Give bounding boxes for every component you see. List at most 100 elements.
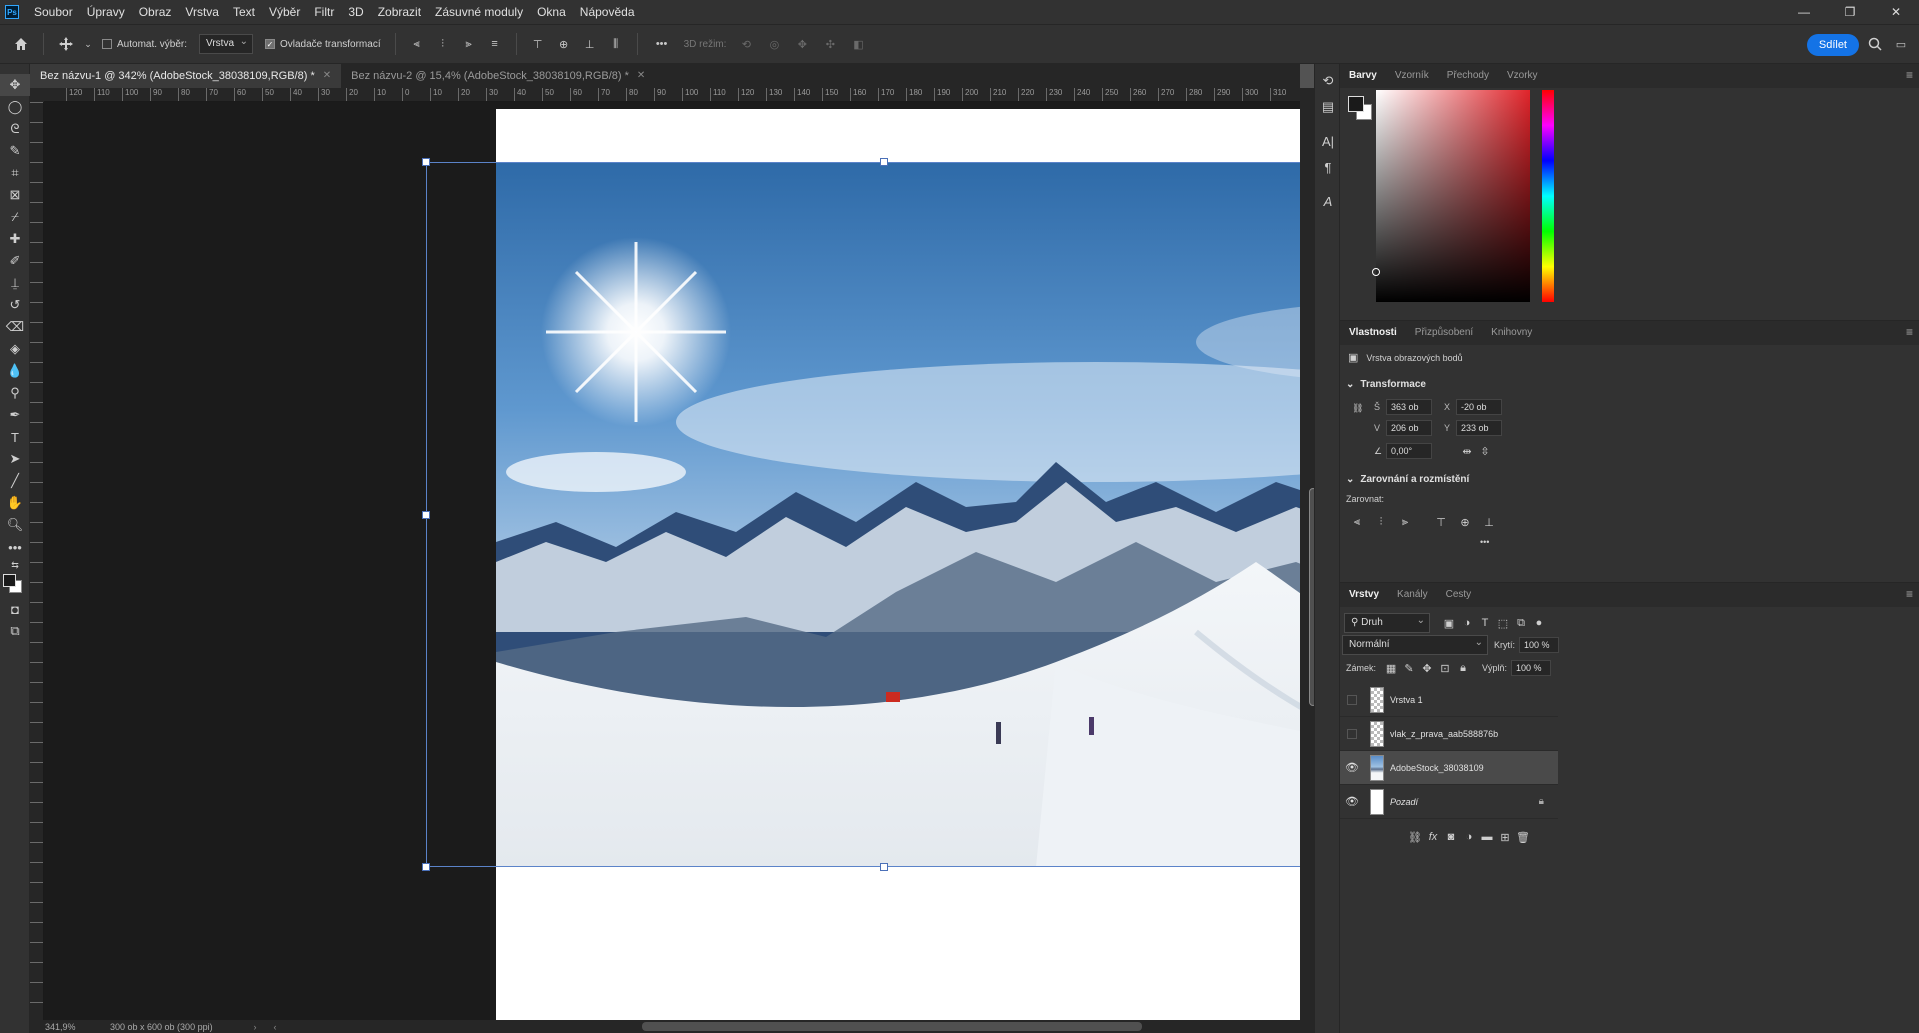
auto-select-checkbox[interactable]: Automat. výběr: bbox=[102, 39, 187, 50]
tab-vlastnosti[interactable]: Vlastnosti bbox=[1340, 321, 1406, 345]
layer-name[interactable]: Vrstva 1 bbox=[1390, 695, 1423, 705]
horizontal-ruler[interactable]: 120 110 100 90 80 70 60 50 40 30 20 10 0 10 20 30 40 50 60… bbox=[44, 88, 1300, 102]
adjustment-layer-icon[interactable]: ◑ bbox=[1460, 829, 1478, 845]
history-brush-icon[interactable]: ↺ bbox=[0, 294, 30, 316]
menu-upravy[interactable]: Úpravy bbox=[80, 0, 132, 24]
tab-prizpusobeni[interactable]: Přizpůsobení bbox=[1406, 321, 1482, 345]
align-right-edges-icon[interactable]: ⫸ bbox=[1396, 514, 1414, 530]
healing-brush-icon[interactable]: ✚ bbox=[0, 228, 30, 250]
history-panel-icon[interactable]: ⟲ bbox=[1315, 68, 1341, 94]
angle-input[interactable]: 0,00° bbox=[1386, 443, 1432, 459]
home-icon[interactable] bbox=[10, 33, 32, 55]
marquee-tool-icon[interactable]: ◯ bbox=[0, 96, 30, 118]
comments-panel-icon[interactable]: ▤ bbox=[1315, 94, 1341, 120]
filter-adjustment-icon[interactable]: ◑ bbox=[1458, 615, 1476, 631]
layer-thumbnail[interactable] bbox=[1370, 788, 1384, 815]
restore-button[interactable]: ❐ bbox=[1827, 0, 1873, 24]
align-h-centers-icon[interactable]: ⫶ bbox=[1372, 514, 1390, 530]
chevron-down-icon[interactable]: ⌄ bbox=[1346, 379, 1354, 390]
lock-artboard-icon[interactable]: ⊡ bbox=[1436, 660, 1454, 676]
tab-vzorky[interactable]: Vzorky bbox=[1498, 64, 1547, 88]
visibility-toggle[interactable] bbox=[1347, 694, 1357, 705]
align-top-icon[interactable]: ⊤ bbox=[528, 33, 548, 55]
lock-position-icon[interactable]: ✥ bbox=[1418, 660, 1436, 676]
vertical-scrollbar[interactable] bbox=[1300, 88, 1317, 1020]
layer-thumbnail[interactable] bbox=[1370, 720, 1384, 747]
doc-tab-2[interactable]: Bez názvu-2 @ 15,4% (AdobeStock_38038109… bbox=[341, 64, 655, 88]
line-tool-icon[interactable]: ╱ bbox=[0, 470, 30, 492]
transform-handle-tl[interactable] bbox=[422, 158, 430, 166]
layer-name[interactable]: vlak_z_prava_aab588876b bbox=[1390, 729, 1498, 739]
paint-bucket-icon[interactable]: ◈ bbox=[0, 338, 30, 360]
zoom-tool-icon[interactable]: 🔍︎ bbox=[0, 514, 30, 536]
ruler-corner[interactable] bbox=[30, 88, 44, 102]
tab-kanaly[interactable]: Kanály bbox=[1388, 583, 1437, 607]
lock-all-icon[interactable]: 🔒︎ bbox=[1454, 660, 1472, 676]
eyedropper-tool-icon[interactable]: ⌿ bbox=[0, 206, 30, 228]
panel-menu-icon[interactable]: ≡ bbox=[1906, 68, 1913, 82]
scroll-left-icon[interactable]: ‹ bbox=[265, 1022, 285, 1032]
workspace-icon[interactable]: ▭ bbox=[1890, 33, 1912, 55]
checkbox-box-checked[interactable]: ✓ bbox=[265, 39, 275, 49]
minimize-button[interactable]: — bbox=[1781, 0, 1827, 24]
lock-icon[interactable]: 🔒︎ bbox=[1539, 796, 1544, 807]
chevron-down-icon[interactable]: ⌄ bbox=[83, 33, 93, 55]
foreground-color-swatch[interactable] bbox=[1348, 96, 1364, 112]
move-tool-icon[interactable]: ✥ bbox=[0, 74, 30, 96]
align-section-title[interactable]: ⌄ Zarovnání a rozmístění bbox=[1346, 474, 1469, 485]
share-button[interactable]: Sdílet bbox=[1806, 34, 1859, 56]
layer-row-selected[interactable]: 👁︎ AdobeStock_38038109 bbox=[1340, 751, 1558, 785]
paragraph-panel-icon[interactable]: ¶ bbox=[1315, 154, 1341, 180]
filter-pixel-icon[interactable]: ▣ bbox=[1440, 615, 1458, 631]
panel-menu-icon[interactable]: ≡ bbox=[1906, 587, 1913, 601]
transform-section-title[interactable]: ⌄ Transformace bbox=[1346, 379, 1426, 390]
flip-horizontal-icon[interactable]: ⇹ bbox=[1458, 443, 1476, 459]
doc-tab-1[interactable]: Bez názvu-1 @ 342% (AdobeStock_38038109,… bbox=[30, 64, 342, 88]
tab-vzornik[interactable]: Vzorník bbox=[1386, 64, 1438, 88]
clone-stamp-icon[interactable]: ⍊ bbox=[0, 272, 30, 294]
move-tool-icon[interactable] bbox=[55, 33, 77, 55]
filter-type-icon[interactable]: T bbox=[1476, 615, 1494, 631]
transform-controls-checkbox[interactable]: ✓ Ovladače transformací bbox=[265, 39, 381, 50]
zoom-level[interactable]: 341,9% bbox=[30, 1022, 90, 1032]
align-bottom-edges-icon[interactable]: ⊥ bbox=[1480, 514, 1498, 530]
close-tab-icon[interactable]: ✕ bbox=[323, 64, 331, 88]
hue-slider[interactable] bbox=[1542, 90, 1554, 302]
width-input[interactable]: 363 ob bbox=[1386, 399, 1432, 415]
screen-mode-icon[interactable]: ⧉ bbox=[0, 620, 30, 642]
transform-handle-bl[interactable] bbox=[422, 863, 430, 871]
more-align-options[interactable]: ••• bbox=[1480, 537, 1489, 547]
vertical-ruler[interactable] bbox=[30, 102, 44, 1020]
layer-style-icon[interactable]: fx bbox=[1424, 829, 1442, 845]
filter-smart-object-icon[interactable]: ⧉ bbox=[1512, 615, 1530, 631]
type-tool-icon[interactable]: T bbox=[0, 426, 30, 448]
color-picker-cursor[interactable] bbox=[1372, 268, 1380, 276]
visibility-toggle[interactable] bbox=[1347, 728, 1357, 739]
blur-tool-icon[interactable]: 💧 bbox=[0, 360, 30, 382]
layer-name[interactable]: Pozadí bbox=[1390, 797, 1418, 807]
close-button[interactable]: ✕ bbox=[1873, 0, 1919, 24]
eraser-tool-icon[interactable]: ⌫ bbox=[0, 316, 30, 338]
lasso-tool-icon[interactable]: ᘓ bbox=[0, 118, 30, 140]
lock-pixels-icon[interactable]: ✎ bbox=[1400, 660, 1418, 676]
layer-row[interactable]: 👁︎ Pozadí 🔒︎ bbox=[1340, 785, 1558, 819]
more-options-icon[interactable]: ••• bbox=[649, 33, 675, 55]
opacity-input[interactable]: 100 % bbox=[1519, 637, 1560, 653]
menu-3d[interactable]: 3D bbox=[341, 0, 370, 24]
mountain-photo-layer[interactable] bbox=[496, 162, 1300, 867]
blend-mode-dropdown[interactable]: Normální bbox=[1342, 634, 1488, 655]
layer-name[interactable]: AdobeStock_38038109 bbox=[1390, 763, 1484, 773]
distribute-v-icon[interactable]: ⫼ bbox=[606, 33, 626, 55]
menu-zobrazit[interactable]: Zobrazit bbox=[371, 0, 428, 24]
menu-zasuvne-moduly[interactable]: Zásuvné moduly bbox=[428, 0, 530, 24]
canvas-area[interactable] bbox=[44, 102, 1300, 1020]
color-swatches[interactable] bbox=[0, 572, 30, 598]
search-icon[interactable] bbox=[1864, 33, 1886, 55]
brush-tool-icon[interactable]: ✐ bbox=[0, 250, 30, 272]
align-bottom-icon[interactable]: ⊥ bbox=[580, 33, 600, 55]
color-picker-field[interactable] bbox=[1372, 90, 1530, 302]
hand-tool-icon[interactable]: ✋ bbox=[0, 492, 30, 514]
layer-thumbnail[interactable] bbox=[1370, 754, 1384, 781]
tab-barvy[interactable]: Barvy bbox=[1340, 64, 1386, 88]
align-middle-v-icon[interactable]: ⊕ bbox=[554, 33, 574, 55]
